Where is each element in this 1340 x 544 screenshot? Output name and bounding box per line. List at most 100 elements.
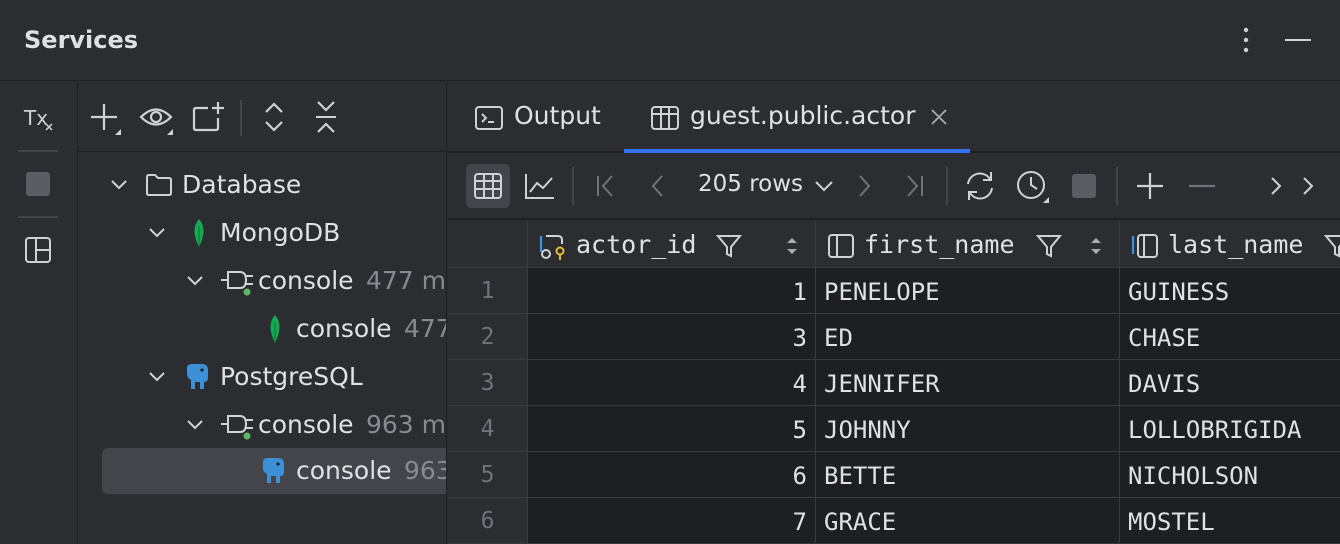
tab-output[interactable]: Output	[448, 82, 624, 152]
table-view-icon[interactable]	[466, 164, 510, 208]
page-title: Services	[24, 26, 139, 54]
previous-page-icon[interactable]	[638, 166, 678, 206]
collapse-all-icon[interactable]	[306, 98, 346, 138]
first-page-icon[interactable]	[586, 166, 626, 206]
cell-first-name[interactable]: GRACE	[816, 498, 1120, 544]
row-number: 3	[448, 360, 528, 406]
tree-item-label: console	[296, 456, 392, 485]
cell-last-name[interactable]: LOLLOBRIGIDA	[1120, 406, 1340, 452]
execution-time: 963 ms	[366, 410, 447, 439]
tree-item-label: MongoDB	[220, 218, 341, 247]
cell-last-name[interactable]: GUINESS	[1120, 268, 1340, 314]
tree-item-postgresql[interactable]: PostgreSQL	[78, 354, 446, 400]
chevron-down-icon[interactable]	[106, 172, 132, 198]
cell-first-name[interactable]: BETTE	[816, 452, 1120, 498]
layout-icon[interactable]	[18, 230, 58, 270]
row-number: 2	[448, 314, 528, 360]
sort-icon[interactable]	[784, 234, 800, 258]
toolbar-separator	[946, 167, 948, 205]
chevron-down-icon[interactable]	[182, 412, 208, 438]
column-name: first_name	[864, 230, 1015, 259]
tree-item-label: console	[258, 266, 354, 295]
tree-item-label: PostgreSQL	[220, 362, 363, 391]
table-icon	[650, 103, 680, 133]
services-header: Services	[0, 0, 1340, 81]
tree-item-postgresql-console[interactable]: console 963 ms	[102, 448, 446, 494]
next-page-icon[interactable]	[844, 166, 884, 206]
tree-item-database[interactable]: Database	[78, 162, 446, 208]
results-panel: Output guest.public.actor 205 rows actor…	[448, 82, 1340, 544]
execution-time: 477 ms	[366, 266, 447, 295]
cell-actor-id[interactable]: 6	[528, 452, 816, 498]
cell-actor-id[interactable]: 1	[528, 268, 816, 314]
filter-icon[interactable]	[715, 233, 743, 259]
cell-actor-id[interactable]: 3	[528, 314, 816, 360]
chevron-down-icon[interactable]	[804, 166, 844, 206]
delete-row-icon[interactable]	[1182, 166, 1222, 206]
services-tree-panel: Database MongoDB console 477 ms console …	[78, 82, 447, 544]
tree-item-mongodb[interactable]: MongoDB	[78, 210, 446, 256]
cell-last-name[interactable]: DAVIS	[1120, 360, 1340, 406]
primary-key-column-icon	[538, 232, 568, 260]
cell-last-name[interactable]: MOSTEL	[1120, 498, 1340, 544]
add-row-icon[interactable]	[1130, 166, 1170, 206]
row-number: 5	[448, 452, 528, 498]
eye-icon[interactable]	[136, 98, 176, 138]
filter-icon[interactable]	[1323, 233, 1340, 259]
chevron-down-icon[interactable]	[144, 364, 170, 390]
expand-all-icon[interactable]	[254, 98, 294, 138]
stop-icon[interactable]	[1064, 166, 1104, 206]
stop-icon[interactable]	[18, 164, 58, 204]
grid-toolbar: 205 rows	[448, 153, 1340, 219]
strip-separator	[18, 150, 58, 152]
tree-item-mongodb-session[interactable]: console 477 ms	[78, 258, 447, 304]
add-service-icon[interactable]	[84, 98, 124, 138]
row-number: 1	[448, 268, 528, 314]
data-grid: actor_id first_name last_name 1 1 PENELO…	[448, 220, 1340, 544]
postgresql-elephant-icon	[182, 362, 212, 392]
cell-actor-id[interactable]: 4	[528, 360, 816, 406]
more-toolbar-icon[interactable]	[1288, 166, 1328, 206]
tree-item-postgresql-session[interactable]: console 963 ms	[78, 402, 447, 448]
strip-separator	[18, 216, 58, 218]
cell-first-name[interactable]: PENELOPE	[816, 268, 1120, 314]
close-tab-icon[interactable]	[928, 106, 950, 128]
column-header-first-name[interactable]: first_name	[816, 220, 1120, 268]
tab-guest-public-actor[interactable]: guest.public.actor	[624, 82, 970, 153]
tx-label: Tx	[23, 106, 48, 130]
row-number: 4	[448, 406, 528, 452]
sort-icon[interactable]	[1088, 234, 1104, 258]
folder-icon	[144, 170, 174, 200]
more-options-icon[interactable]	[1234, 24, 1258, 56]
row-count-dropdown[interactable]: 205 rows	[698, 171, 803, 197]
column-name: last_name	[1168, 230, 1304, 259]
transaction-mode-button[interactable]: Tx	[18, 98, 58, 138]
toolbar-separator	[572, 167, 574, 205]
connection-plug-icon	[220, 266, 253, 296]
cell-first-name[interactable]: JOHNNY	[816, 406, 1120, 452]
tree-item-mongodb-console[interactable]: console 477 ms	[78, 306, 446, 352]
cell-last-name[interactable]: NICHOLSON	[1120, 452, 1340, 498]
mongodb-leaf-icon	[260, 314, 290, 344]
column-header-last-name[interactable]: last_name	[1120, 220, 1340, 268]
cell-actor-id[interactable]: 7	[528, 498, 816, 544]
tree-toolbar	[78, 82, 446, 152]
chart-view-icon[interactable]	[520, 166, 560, 206]
last-page-icon[interactable]	[894, 166, 934, 206]
filter-icon[interactable]	[1035, 233, 1063, 259]
chevron-down-icon[interactable]	[182, 268, 208, 294]
indexed-column-icon	[1130, 232, 1160, 260]
row-number-header	[448, 220, 528, 268]
column-name: actor_id	[576, 230, 697, 259]
clock-icon[interactable]	[1012, 166, 1052, 206]
connection-plug-icon	[220, 410, 253, 440]
cell-first-name[interactable]: JENNIFER	[816, 360, 1120, 406]
cell-first-name[interactable]: ED	[816, 314, 1120, 360]
minimize-icon[interactable]	[1282, 24, 1314, 56]
chevron-down-icon[interactable]	[144, 220, 170, 246]
refresh-icon[interactable]	[960, 166, 1000, 206]
new-group-icon[interactable]	[188, 98, 228, 138]
column-header-actor-id[interactable]: actor_id	[528, 220, 816, 268]
cell-actor-id[interactable]: 5	[528, 406, 816, 452]
cell-last-name[interactable]: CHASE	[1120, 314, 1340, 360]
